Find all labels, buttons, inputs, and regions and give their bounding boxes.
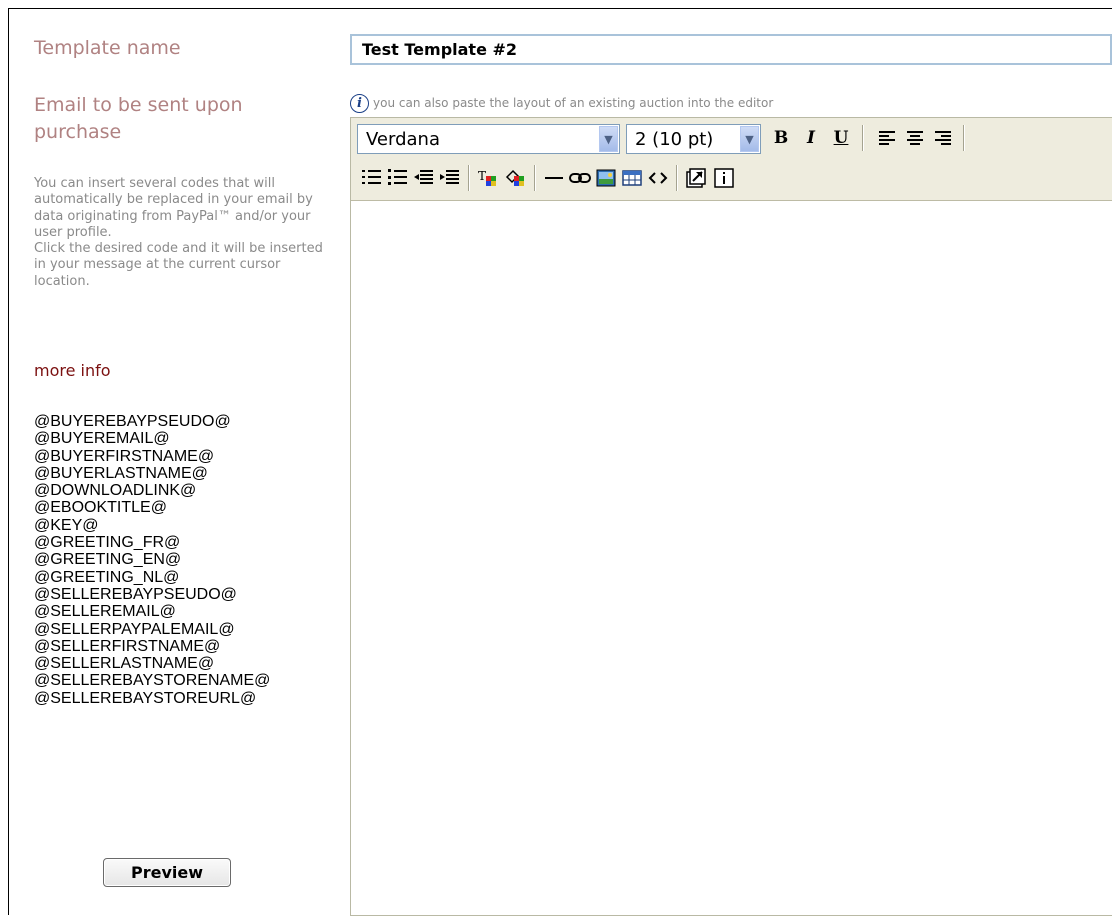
align-right-icon [935,131,951,145]
code-item[interactable]: @BUYERLASTNAME@ [34,465,270,482]
chevron-down-icon: ▼ [740,126,759,152]
editor-toolbar: Verdana ▼ 2 (10 pt) ▼ B I U T [351,118,1112,201]
unordered-list-button[interactable] [386,166,410,190]
editor-hint-text: you can also paste the layout of an exis… [373,96,774,110]
chevron-down-icon: ▼ [599,126,618,152]
rich-text-editor: Verdana ▼ 2 (10 pt) ▼ B I U T [350,117,1112,916]
code-item[interactable]: @SELLERPAYPALEMAIL@ [34,621,270,638]
ordered-list-icon [362,170,381,184]
preview-button[interactable]: Preview [103,858,231,887]
bold-button[interactable]: B [769,126,793,150]
popup-window-icon [686,168,706,188]
table-icon [622,170,642,186]
info-icon: i [350,93,369,113]
italic-button[interactable]: I [799,126,823,150]
indent-icon [440,170,459,184]
link-icon [569,173,591,183]
link-button[interactable] [568,166,592,190]
more-info-link[interactable]: more info [34,361,111,380]
underline-button[interactable]: U [829,126,853,150]
code-item[interactable]: @SELLEREMAIL@ [34,603,270,620]
toolbar-separator [862,125,864,151]
code-item[interactable]: @GREETING_EN@ [34,551,270,568]
image-button[interactable] [594,166,618,190]
align-center-button[interactable] [903,126,927,150]
left-panel: Template name Email to be sent upon purc… [9,9,349,915]
help-text: You can insert several codes that will a… [34,176,324,290]
toolbar-separator [534,165,536,191]
code-item[interactable]: @SELLERLASTNAME@ [34,655,270,672]
email-label: Email to be sent upon purchase [34,94,243,143]
bold-icon: B [773,128,789,148]
popup-window-button[interactable] [684,166,708,190]
code-item[interactable]: @DOWNLOADLINK@ [34,482,270,499]
svg-text:T: T [478,169,486,183]
html-source-button[interactable] [646,166,670,190]
toolbar-separator [676,165,678,191]
editor-content-area[interactable] [351,201,1112,915]
background-color-button[interactable] [504,166,528,190]
horizontal-rule-button[interactable] [542,166,566,190]
code-list: @BUYEREBAYPSEUDO@ @BUYEREMAIL@ @BUYERFIR… [34,413,270,707]
toolbar-separator [468,165,470,191]
code-item[interactable]: @GREETING_NL@ [34,569,270,586]
outdent-icon [414,170,433,184]
template-name-input[interactable] [350,34,1112,65]
help-text-instruction: Click the desired code and it will be in… [34,241,323,289]
ordered-list-button[interactable] [360,166,384,190]
text-color-button[interactable]: T [476,166,500,190]
outdent-button[interactable] [412,166,436,190]
table-button[interactable] [620,166,644,190]
code-item[interactable]: @BUYEREBAYPSEUDO@ [34,413,270,430]
toolbar-separator [963,125,965,151]
template-name-label: Template name [34,37,181,59]
italic-icon: I [807,128,815,148]
code-item[interactable]: @BUYEREMAIL@ [34,430,270,447]
unordered-list-icon [388,169,407,185]
code-item[interactable]: @EBOOKTITLE@ [34,499,270,516]
align-left-icon [879,131,895,145]
indent-button[interactable] [438,166,462,190]
code-item[interactable]: @KEY@ [34,517,270,534]
image-icon [596,169,616,187]
font-select-value: Verdana [366,128,440,150]
code-item[interactable]: @SELLEREBAYSTOREURL@ [34,690,270,707]
about-button[interactable] [712,166,736,190]
code-item[interactable]: @SELLERFIRSTNAME@ [34,638,270,655]
align-center-icon [907,131,923,145]
text-color-icon: T [478,169,496,186]
font-select[interactable]: Verdana ▼ [357,124,620,154]
code-item[interactable]: @SELLEREBAYPSEUDO@ [34,586,270,603]
help-text-intro: You can insert several codes that will a… [34,176,313,240]
code-item[interactable]: @GREETING_FR@ [34,534,270,551]
editor-hint: i you can also paste the layout of an ex… [350,92,773,114]
code-item[interactable]: @BUYERFIRSTNAME@ [34,448,270,465]
font-size-select[interactable]: 2 (10 pt) ▼ [626,124,761,154]
code-item[interactable]: @SELLEREBAYSTORENAME@ [34,672,270,689]
horizontal-rule-icon [545,177,563,179]
font-size-select-value: 2 (10 pt) [635,128,714,150]
underline-icon: U [833,128,849,148]
page-frame: Template name Email to be sent upon purc… [8,8,1112,916]
about-icon [714,168,734,188]
background-color-icon [505,169,524,186]
align-left-button[interactable] [875,126,899,150]
align-right-button[interactable] [931,126,955,150]
html-source-icon [648,172,668,184]
